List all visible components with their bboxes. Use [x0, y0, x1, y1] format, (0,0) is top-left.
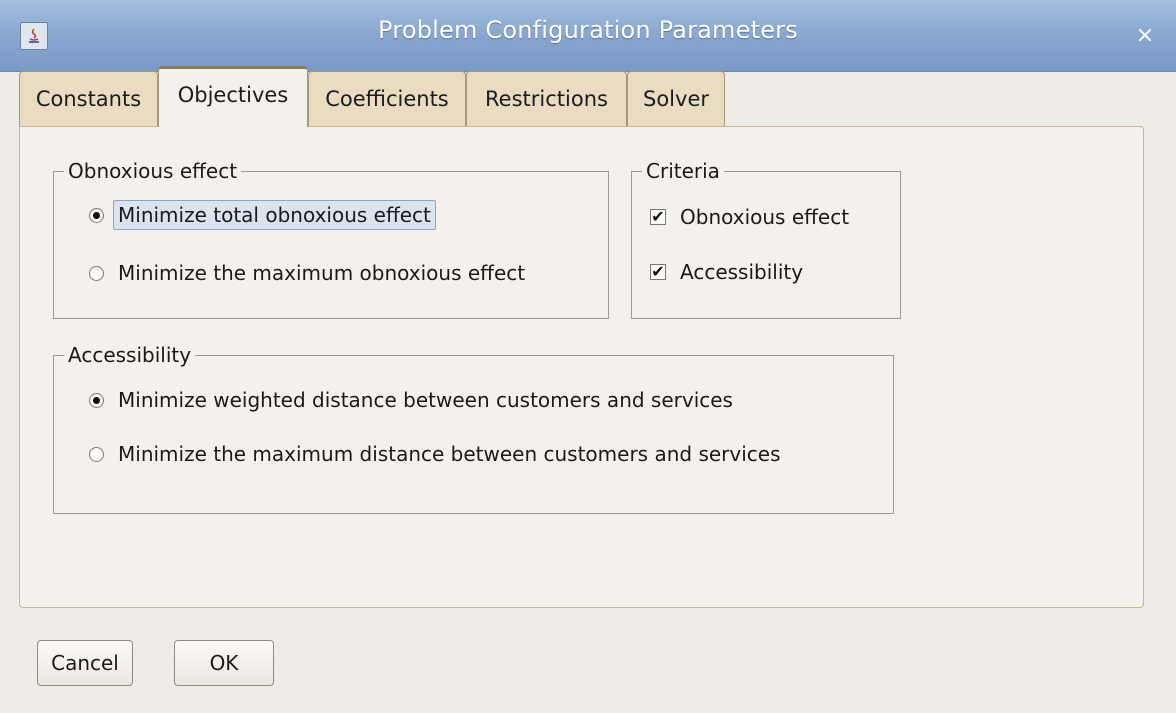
close-icon[interactable]: ×	[1130, 22, 1160, 50]
minimize-max-obnoxious-radio[interactable]: Minimize the maximum obnoxious effect	[89, 261, 525, 285]
criteria-group-title: Criteria	[642, 157, 724, 185]
accessibility-group-title: Accessibility	[64, 341, 196, 369]
option-label: Minimize the maximum obnoxious effect	[118, 261, 526, 285]
checkbox-checked-icon[interactable]: ✔	[650, 264, 666, 280]
title-bar: Problem Configuration Parameters ×	[0, 0, 1176, 72]
radio-selected-icon[interactable]	[89, 207, 104, 223]
radio-unselected-icon[interactable]	[89, 265, 104, 281]
tab-constants[interactable]: Constants	[19, 71, 158, 126]
cancel-button[interactable]: Cancel	[37, 640, 133, 686]
obnoxious-effect-checkbox[interactable]: ✔ Obnoxious effect	[650, 205, 849, 229]
option-label: Accessibility	[680, 260, 804, 284]
ok-button[interactable]: OK	[174, 640, 274, 686]
option-label: Minimize weighted distance between custo…	[118, 388, 733, 412]
tab-coefficients[interactable]: Coefficients	[308, 71, 466, 126]
radio-selected-icon[interactable]	[89, 392, 104, 408]
tab-solver[interactable]: Solver	[627, 71, 725, 126]
minimize-total-obnoxious-radio[interactable]: Minimize total obnoxious effect	[89, 200, 436, 230]
minimize-max-distance-radio[interactable]: Minimize the maximum distance between cu…	[89, 442, 781, 466]
accessibility-group: Accessibility Minimize weighted distance…	[53, 341, 894, 514]
criteria-group: Criteria ✔ Obnoxious effect ✔ Accessibil…	[631, 157, 901, 319]
option-label: Obnoxious effect	[680, 205, 850, 229]
tab-objectives[interactable]: Objectives	[158, 66, 308, 127]
obnoxious-effect-group-title: Obnoxious effect	[64, 157, 242, 185]
option-label: Minimize total obnoxious effect	[113, 200, 436, 230]
objectives-panel: Obnoxious effect Minimize total obnoxiou…	[19, 126, 1144, 608]
tab-restrictions[interactable]: Restrictions	[466, 71, 627, 126]
radio-unselected-icon[interactable]	[89, 446, 104, 462]
checkbox-checked-icon[interactable]: ✔	[650, 209, 666, 225]
accessibility-checkbox[interactable]: ✔ Accessibility	[650, 260, 803, 284]
window-title: Problem Configuration Parameters	[378, 16, 798, 44]
obnoxious-effect-group: Obnoxious effect Minimize total obnoxiou…	[53, 157, 609, 319]
option-label: Minimize the maximum distance between cu…	[118, 442, 781, 466]
minimize-weighted-distance-radio[interactable]: Minimize weighted distance between custo…	[89, 388, 733, 412]
